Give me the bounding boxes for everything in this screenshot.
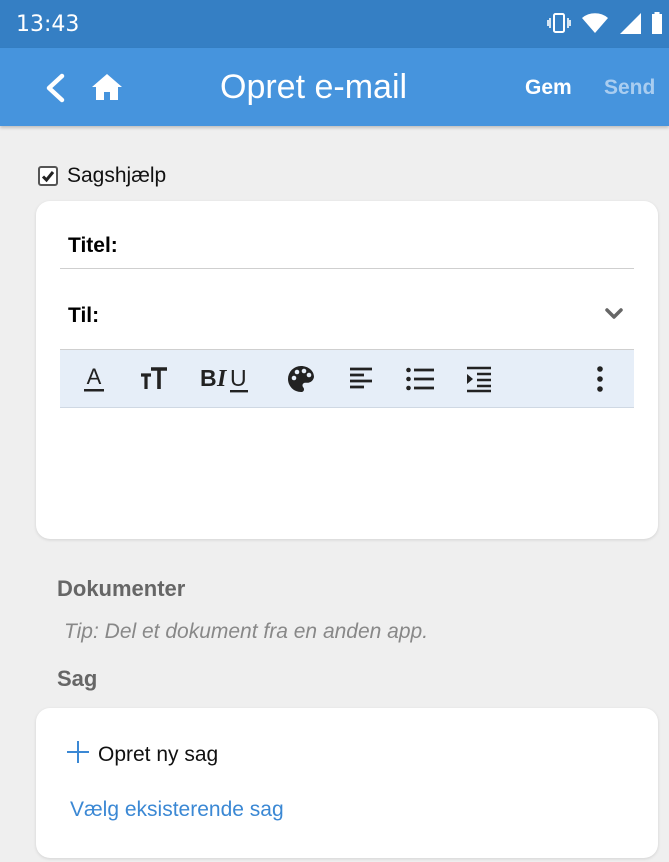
- svg-text:A: A: [87, 364, 102, 389]
- case-help-row[interactable]: Sagshjælp: [38, 164, 166, 188]
- app-bar: Opret e-mail Gem Send: [0, 48, 669, 126]
- documents-heading: Dokumenter: [57, 576, 186, 601]
- indent-icon[interactable]: [464, 364, 494, 394]
- more-vert-icon[interactable]: [590, 364, 610, 394]
- page-title: Opret e-mail: [220, 68, 408, 106]
- compose-card: Titel: Til: A BIU: [36, 201, 658, 539]
- case-help-label: Sagshjælp: [67, 164, 167, 187]
- wifi-icon: [581, 12, 609, 39]
- status-time: 13:43: [16, 12, 80, 37]
- chevron-down-icon[interactable]: [604, 306, 624, 322]
- signal-icon: [619, 12, 641, 39]
- status-bar: 13:43: [0, 0, 669, 48]
- documents-tip: Tip: Del et dokument fra en anden app.: [64, 620, 429, 643]
- palette-icon[interactable]: [285, 364, 317, 394]
- case-heading: Sag: [57, 666, 98, 691]
- align-left-icon[interactable]: [346, 364, 376, 394]
- bold-italic-underline-icon[interactable]: BIU: [198, 364, 258, 394]
- case-help-checkbox[interactable]: [38, 166, 58, 186]
- battery-icon: [651, 11, 663, 39]
- svg-text:U: U: [230, 365, 247, 391]
- case-card: Opret ny sag Vælg eksisterende sag: [36, 708, 658, 858]
- save-button[interactable]: Gem: [525, 76, 572, 100]
- formatting-toolbar: A BIU: [60, 350, 634, 408]
- status-icons: [547, 11, 663, 39]
- choose-existing-case-link[interactable]: Vælg eksisterende sag: [70, 798, 284, 822]
- title-label: Titel:: [68, 234, 118, 257]
- home-icon[interactable]: [90, 72, 124, 102]
- vibrate-icon: [547, 12, 571, 39]
- title-field[interactable]: Titel:: [60, 201, 634, 269]
- message-body-editor[interactable]: [60, 409, 634, 519]
- new-case-label: Opret ny sag: [98, 742, 219, 766]
- text-size-icon[interactable]: [136, 364, 172, 394]
- svg-text:B: B: [200, 365, 217, 391]
- send-button[interactable]: Send: [604, 76, 655, 100]
- svg-text:I: I: [216, 366, 228, 392]
- to-label: Til:: [68, 304, 100, 327]
- font-color-icon[interactable]: A: [80, 364, 108, 394]
- new-case-button[interactable]: Opret ny sag: [66, 740, 218, 769]
- bullet-list-icon[interactable]: [404, 364, 436, 394]
- plus-icon: [66, 740, 90, 769]
- to-field[interactable]: Til:: [60, 282, 634, 350]
- back-chevron-icon[interactable]: [42, 73, 68, 103]
